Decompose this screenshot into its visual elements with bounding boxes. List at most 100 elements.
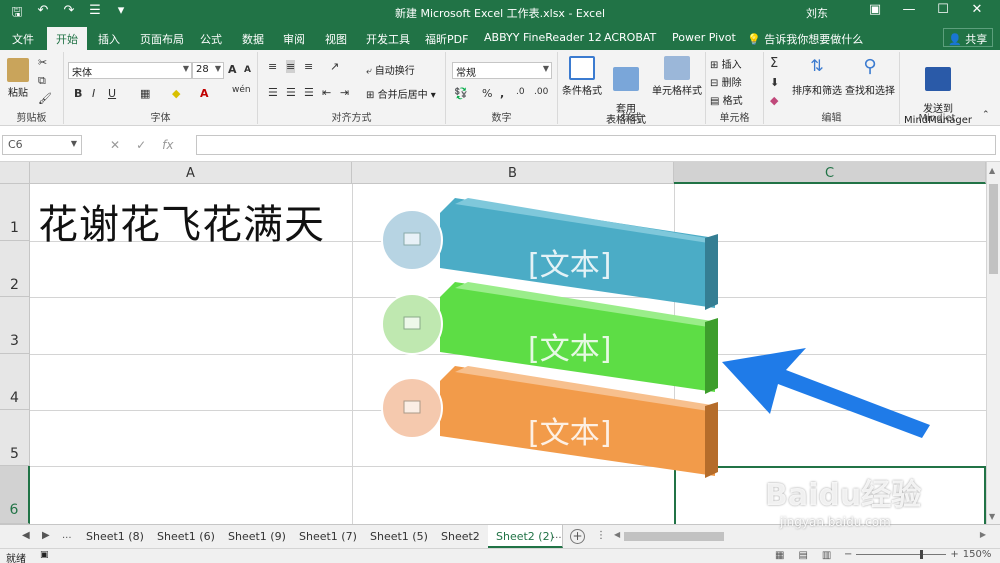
tab-home[interactable]: 开始 (47, 27, 87, 50)
macro-record-icon[interactable]: ▣ (40, 550, 49, 560)
tab-acrobat[interactable]: ACROBAT (604, 31, 656, 44)
column-header-a[interactable]: A (30, 162, 352, 184)
vertical-scrollbar[interactable]: ▲ ▼ (986, 162, 1000, 524)
decrease-decimal-icon[interactable]: .00 (534, 87, 548, 97)
page-break-view-icon[interactable]: ▥ (822, 550, 831, 561)
outdent-icon[interactable]: ⇥ (340, 86, 349, 99)
align-right-icon[interactable]: ☰ (304, 86, 314, 99)
tell-me-search[interactable]: 💡 告诉我你想要做什么 (747, 31, 863, 47)
sheet-tab[interactable]: Sheet1 (8) (78, 525, 153, 548)
tab-developer[interactable]: 开发工具 (366, 31, 410, 47)
conditional-format-button[interactable]: 条件格式 (562, 56, 602, 97)
share-button[interactable]: 👤 共享 (943, 28, 993, 47)
format-painter-icon[interactable]: 🖌 (38, 92, 52, 105)
font-color-icon[interactable]: A (200, 87, 209, 100)
sheet-tab[interactable]: Sheet1 (9) (220, 525, 295, 548)
zoom-level[interactable]: 150% (963, 549, 992, 560)
cell-a1[interactable]: 花谢花飞花满天 (38, 192, 325, 250)
zoom-in-icon[interactable]: + (950, 549, 958, 560)
orientation-icon[interactable]: ↗ (330, 60, 339, 73)
smartart-text-3[interactable]: [文本] (528, 408, 611, 452)
shrink-font-button[interactable]: A (244, 65, 251, 75)
zoom-slider[interactable] (856, 550, 947, 559)
align-top-icon[interactable]: ≡ (268, 60, 277, 73)
align-bottom-icon[interactable]: ≡ (304, 60, 313, 73)
underline-button[interactable]: U (108, 87, 116, 100)
merge-center-button[interactable]: ⊞ 合并后居中 ▾ (366, 86, 436, 101)
scroll-left-icon[interactable]: ◀ (614, 530, 620, 539)
accounting-icon[interactable]: 💱 (454, 87, 468, 100)
align-middle-icon[interactable]: ≡ (286, 60, 296, 73)
font-name-select[interactable]: 宋体 ▼ (68, 62, 192, 79)
italic-button[interactable]: I (92, 87, 95, 100)
autosum-icon[interactable]: Σ (770, 56, 778, 71)
bold-button[interactable]: B (74, 87, 82, 100)
number-format-select[interactable]: 常规 ▼ (452, 62, 552, 79)
next-sheet-icon[interactable]: ▶ (42, 530, 50, 541)
delete-cells-button[interactable]: ⊟ 删除 (710, 74, 742, 89)
tab-power-pivot[interactable]: Power Pivot (672, 31, 736, 44)
more-sheets-right[interactable]: ... (552, 530, 562, 541)
add-sheet-button[interactable]: + (570, 529, 585, 544)
phonetic-button[interactable]: wén (232, 85, 251, 95)
tab-foxit-pdf[interactable]: 福昕PDF (425, 31, 468, 47)
prev-sheet-icon[interactable]: ◀ (22, 530, 30, 541)
paste-button[interactable]: 粘贴 (4, 58, 32, 99)
minimize-icon[interactable]: — (892, 2, 926, 17)
cell-styles-button[interactable]: 单元格样式 (650, 56, 704, 97)
borders-icon[interactable]: ▦ (140, 87, 150, 100)
format-cells-button[interactable]: ▤ 格式 (710, 92, 743, 107)
collapse-ribbon-icon[interactable]: ⌃ (982, 110, 990, 120)
zoom-out-icon[interactable]: − (844, 549, 852, 560)
tab-file[interactable]: 文件 (12, 31, 34, 47)
tab-abbyy[interactable]: ABBYY FineReader 12 (484, 31, 602, 44)
horizontal-scrollbar[interactable]: ◀ ▶ (614, 530, 986, 543)
enter-icon[interactable]: ✓ (136, 138, 146, 152)
column-header-b[interactable]: B (352, 162, 674, 184)
sheet-tab[interactable]: Sheet1 (7) (291, 525, 366, 548)
comma-button[interactable]: , (500, 87, 504, 100)
insert-cells-button[interactable]: ⊞ 插入 (710, 56, 742, 71)
formula-input[interactable] (196, 135, 996, 155)
scroll-down-icon[interactable]: ▼ (989, 512, 995, 521)
find-select-button[interactable]: ⚲ 查找和选择 (844, 56, 896, 97)
select-all-corner[interactable] (0, 162, 30, 184)
percent-button[interactable]: % (482, 87, 492, 100)
tab-formulas[interactable]: 公式 (200, 31, 222, 47)
insert-function-icon[interactable]: fx (162, 138, 173, 152)
wrap-text-button[interactable]: ⤶ 自动换行 (366, 62, 415, 77)
ribbon-display-icon[interactable]: ▣ (858, 2, 892, 17)
row-header-6[interactable]: 6 (0, 466, 30, 524)
increase-decimal-icon[interactable]: .0 (516, 87, 525, 97)
tab-view[interactable]: 视图 (325, 31, 347, 47)
row-header-2[interactable]: 2 (0, 241, 30, 297)
smartart-text-2[interactable]: [文本] (528, 324, 611, 368)
tab-review[interactable]: 审阅 (283, 31, 305, 47)
scroll-thumb[interactable] (989, 184, 998, 274)
row-header-3[interactable]: 3 (0, 297, 30, 354)
tab-page-layout[interactable]: 页面布局 (140, 31, 184, 47)
zoom-slider-knob[interactable] (920, 550, 924, 559)
cut-icon[interactable]: ✂ (38, 56, 47, 69)
maximize-icon[interactable]: ☐ (926, 2, 960, 17)
name-box[interactable]: C6 ▼ (2, 135, 82, 155)
scroll-right-icon[interactable]: ▶ (980, 530, 986, 539)
smartart-text-1[interactable]: [文本] (528, 240, 611, 284)
sheet-tab[interactable]: Sheet1 (6) (149, 525, 224, 548)
smartart-graphic[interactable]: [文本] [文本] [文本] (380, 198, 730, 480)
cancel-icon[interactable]: ✕ (110, 138, 120, 152)
row-header-4[interactable]: 4 (0, 354, 30, 410)
sheet-tab[interactable]: Sheet2 (433, 525, 489, 548)
page-layout-view-icon[interactable]: ▤ (798, 550, 807, 561)
align-left-icon[interactable]: ☰ (268, 86, 278, 99)
normal-view-icon[interactable]: ▦ (775, 550, 784, 561)
clear-icon[interactable]: ◆ (770, 94, 778, 107)
more-sheets-left[interactable]: ... (62, 530, 72, 541)
scroll-up-icon[interactable]: ▲ (989, 166, 995, 175)
tab-insert[interactable]: 插入 (98, 31, 120, 47)
fill-color-icon[interactable]: ◆ (172, 87, 180, 100)
tab-data[interactable]: 数据 (242, 31, 264, 47)
copy-icon[interactable]: ⧉ (38, 74, 46, 88)
close-icon[interactable]: ✕ (960, 2, 994, 17)
column-header-c[interactable]: C (674, 162, 986, 184)
